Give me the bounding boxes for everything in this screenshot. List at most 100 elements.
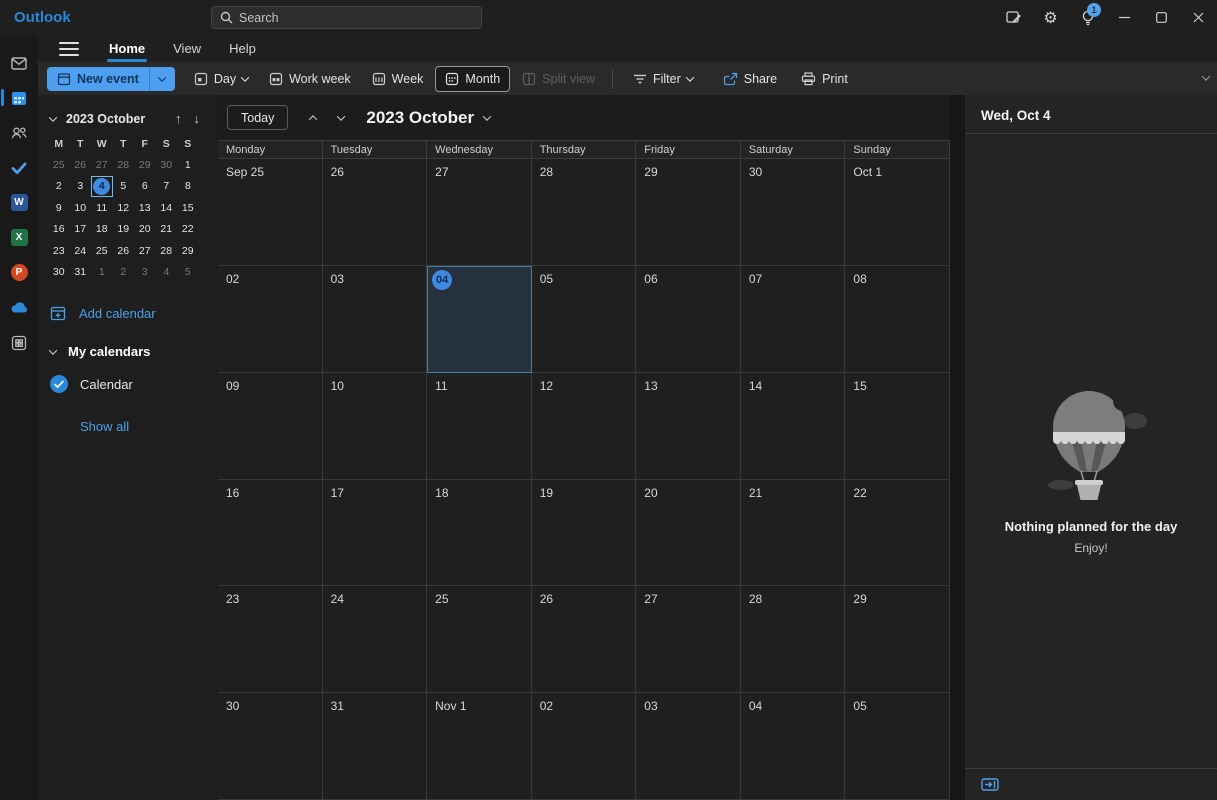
calendar-day-cell[interactable]: 04	[741, 693, 846, 800]
calendar-day-cell[interactable]: 21	[741, 480, 846, 587]
search-box[interactable]	[211, 6, 482, 29]
mini-calendar-date[interactable]: 19	[113, 219, 135, 241]
hamburger-menu-icon[interactable]	[59, 42, 79, 56]
mini-calendar-date[interactable]: 5	[177, 262, 199, 284]
mini-calendar-date[interactable]: 13	[134, 197, 156, 219]
new-event-button[interactable]: New event	[47, 67, 149, 91]
mini-calendar-date[interactable]: 28	[156, 240, 178, 262]
calendar-day-cell-selected[interactable]: 04	[427, 266, 532, 373]
calendar-day-cell[interactable]: 26	[532, 586, 637, 693]
calendar-day-cell[interactable]: 18	[427, 480, 532, 587]
mini-calendar-date[interactable]: 2	[113, 262, 135, 284]
mini-calendar-date[interactable]: 6	[134, 176, 156, 198]
new-event-dropdown[interactable]	[149, 67, 175, 91]
calendar-day-cell[interactable]: 08	[845, 266, 950, 373]
my-calendars-header[interactable]: My calendars	[50, 344, 218, 359]
calendar-day-cell[interactable]: 13	[636, 373, 741, 480]
calendar-checkbox[interactable]	[50, 375, 68, 393]
calendar-day-cell[interactable]: 28	[532, 159, 637, 266]
mini-calendar-date[interactable]: 1	[91, 262, 113, 284]
mini-calendar-date[interactable]: 4	[156, 262, 178, 284]
rail-item-to-do[interactable]	[0, 150, 38, 185]
mini-calendar-date[interactable]: 8	[177, 176, 199, 198]
rail-item-more-apps[interactable]	[0, 325, 38, 360]
mini-calendar-date[interactable]: 26	[70, 154, 92, 176]
rail-item-word[interactable]: W	[0, 185, 38, 220]
mini-calendar-date[interactable]: 16	[48, 219, 70, 241]
maximize-button[interactable]	[1143, 0, 1180, 35]
calendar-day-cell[interactable]: 19	[532, 480, 637, 587]
view-month-button[interactable]: Month	[435, 66, 510, 92]
minimize-button[interactable]	[1106, 0, 1143, 35]
mini-calendar-date[interactable]: 14	[156, 197, 178, 219]
mini-calendar-date[interactable]: 11	[91, 197, 113, 219]
calendar-day-cell[interactable]: 22	[845, 480, 950, 587]
mini-calendar-date[interactable]: 27	[91, 154, 113, 176]
mini-calendar-prev-icon[interactable]: ↑	[175, 111, 182, 126]
mini-calendar-date[interactable]: 25	[48, 154, 70, 176]
settings-gear-icon[interactable]: ⚙	[1032, 0, 1069, 35]
mini-calendar-date[interactable]: 18	[91, 219, 113, 241]
calendar-day-cell[interactable]: 25	[427, 586, 532, 693]
calendar-day-cell[interactable]: 11	[427, 373, 532, 480]
calendar-day-cell[interactable]: 30	[741, 159, 846, 266]
view-week-button[interactable]: Week	[363, 66, 433, 92]
calendar-day-cell[interactable]: 12	[532, 373, 637, 480]
calendar-day-cell[interactable]: 30	[218, 693, 323, 800]
tab-home[interactable]: Home	[95, 35, 159, 62]
tab-help[interactable]: Help	[215, 35, 270, 62]
print-button[interactable]: Print	[792, 66, 857, 92]
view-split-view-button[interactable]: Split view	[513, 66, 604, 92]
mini-calendar-date[interactable]: 24	[70, 240, 92, 262]
calendar-day-cell[interactable]: 17	[323, 480, 428, 587]
calendar-day-cell[interactable]: Sep 25	[218, 159, 323, 266]
calendar-day-cell[interactable]: 03	[636, 693, 741, 800]
mini-calendar-date[interactable]: 3	[70, 176, 92, 198]
mini-calendar-date[interactable]: 30	[48, 262, 70, 284]
calendar-day-cell[interactable]: Nov 1	[427, 693, 532, 800]
share-button[interactable]: Share	[714, 66, 786, 92]
mini-calendar-date[interactable]: 3	[134, 262, 156, 284]
rail-item-calendar[interactable]	[0, 80, 38, 115]
mini-calendar-selected-date[interactable]: 4	[91, 176, 113, 198]
calendar-day-cell[interactable]: 24	[323, 586, 428, 693]
mini-calendar-date[interactable]: 17	[70, 219, 92, 241]
mini-calendar-date[interactable]: 23	[48, 240, 70, 262]
mini-calendar-next-icon[interactable]: ↓	[194, 111, 201, 126]
close-button[interactable]	[1180, 0, 1217, 35]
mini-calendar-collapse-icon[interactable]	[49, 113, 57, 121]
mini-calendar-date[interactable]: 2	[48, 176, 70, 198]
calendar-day-cell[interactable]: 31	[323, 693, 428, 800]
view-work-week-button[interactable]: Work week	[260, 66, 360, 92]
calendar-day-cell[interactable]: 27	[636, 586, 741, 693]
calendar-day-cell[interactable]: 28	[741, 586, 846, 693]
mini-calendar-date[interactable]: 20	[134, 219, 156, 241]
mini-calendar-date[interactable]: 15	[177, 197, 199, 219]
mini-calendar-date[interactable]: 29	[177, 240, 199, 262]
mini-calendar-date[interactable]: 5	[113, 176, 135, 198]
calendar-day-cell[interactable]: 02	[532, 693, 637, 800]
mini-calendar-date[interactable]: 30	[156, 154, 178, 176]
add-calendar-button[interactable]: Add calendar	[50, 305, 218, 322]
calendar-day-cell[interactable]: 10	[323, 373, 428, 480]
show-all-link[interactable]: Show all	[80, 419, 218, 434]
calendar-day-cell[interactable]: 03	[323, 266, 428, 373]
calendar-day-cell[interactable]: 27	[427, 159, 532, 266]
calendar-day-cell[interactable]: 29	[845, 586, 950, 693]
search-input[interactable]	[239, 11, 481, 25]
calendar-day-cell[interactable]: 05	[532, 266, 637, 373]
calendar-day-cell[interactable]: 26	[323, 159, 428, 266]
calendar-day-cell[interactable]: 15	[845, 373, 950, 480]
mini-calendar-date[interactable]: 27	[134, 240, 156, 262]
view-day-button[interactable]: Day	[185, 66, 257, 92]
rail-item-people[interactable]	[0, 115, 38, 150]
calendar-day-cell[interactable]: 20	[636, 480, 741, 587]
mini-calendar-date[interactable]: 31	[70, 262, 92, 284]
mini-calendar-date[interactable]: 12	[113, 197, 135, 219]
previous-month-chevron-icon[interactable]	[309, 115, 317, 123]
calendar-day-cell[interactable]: 29	[636, 159, 741, 266]
filter-button[interactable]: Filter	[624, 66, 702, 92]
rail-item-mail[interactable]	[0, 45, 38, 80]
calendar-day-cell[interactable]: 05	[845, 693, 950, 800]
rail-item-powerpoint[interactable]: P	[0, 255, 38, 290]
